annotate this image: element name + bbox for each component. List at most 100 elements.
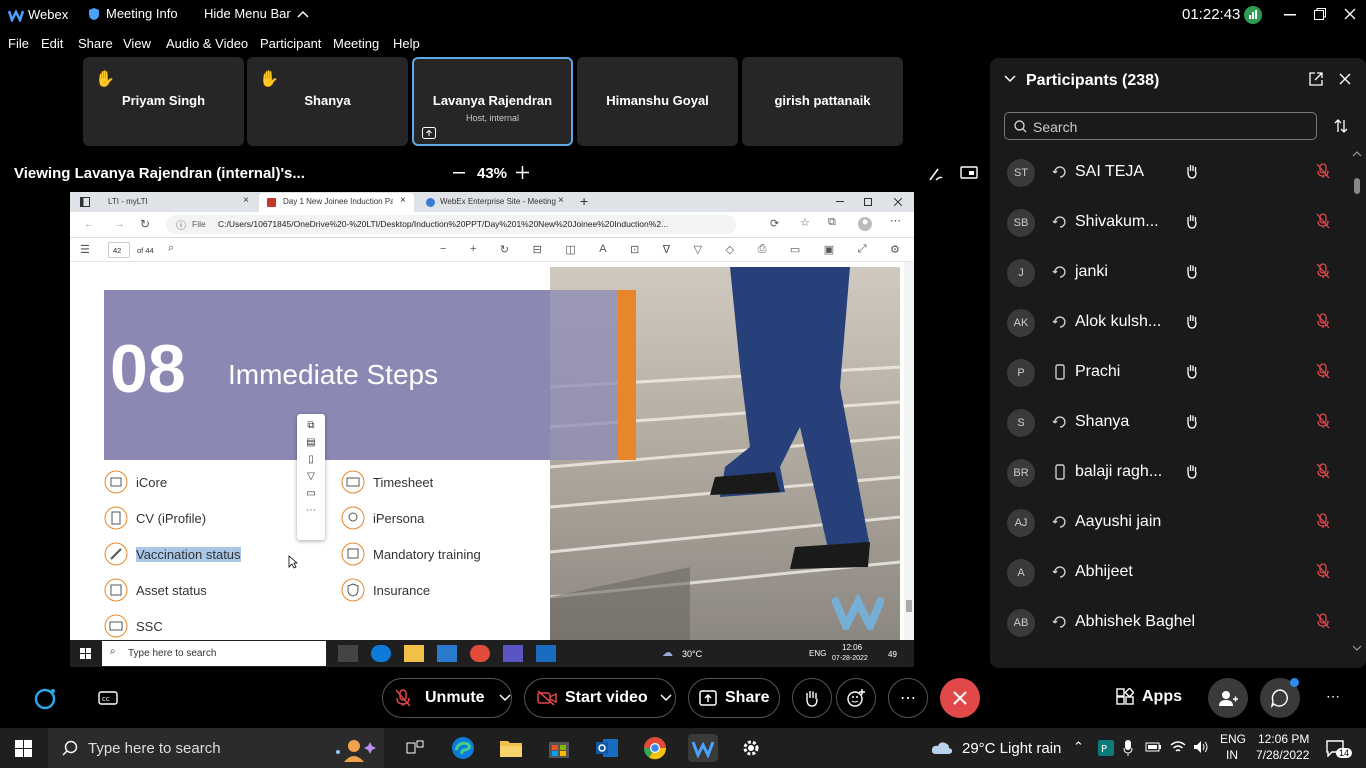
taskbar-date[interactable]: 7/28/2022 [1256, 748, 1309, 762]
comment-icon[interactable]: ▭ [306, 488, 315, 499]
tab-webex-enterprise[interactable]: WebEx Enterprise Site - Meeting × [418, 192, 570, 212]
browser-close-icon[interactable] [894, 198, 902, 206]
tab-close-icon[interactable]: × [243, 195, 249, 206]
participant-row[interactable]: S Shanya [990, 398, 1350, 448]
copy-icon[interactable]: ⧉ [307, 420, 314, 431]
rotate-icon[interactable]: ↻ [500, 243, 509, 257]
minimize-icon[interactable] [1284, 14, 1296, 16]
reactions-button[interactable] [836, 678, 876, 718]
favorites-icon[interactable]: ☆ [800, 216, 810, 229]
erase-icon[interactable]: ◇ [726, 243, 734, 257]
fit-page-icon[interactable]: ⊟ [533, 243, 542, 257]
task-view-icon[interactable] [400, 734, 430, 762]
mail-icon[interactable] [437, 645, 457, 662]
print-icon[interactable]: ⎙ [758, 243, 767, 257]
menu-meeting[interactable]: Meeting [333, 36, 379, 51]
video-tile-lavanya-rajendran[interactable]: Lavanya Rajendran Host, internal [412, 57, 573, 146]
pdf-search-icon[interactable]: ⌕ [168, 242, 174, 255]
save-as-icon[interactable]: ▣ [824, 243, 834, 257]
shared-screen[interactable]: LTI - myLTI × Day 1 New Joinee Induction… [70, 192, 914, 667]
settings-icon[interactable] [736, 734, 766, 762]
fullscreen-icon[interactable]: ⤢ [858, 243, 867, 257]
participant-row[interactable]: ST SAI TEJA [990, 148, 1350, 198]
highlight-text-icon[interactable]: ▽ [307, 471, 315, 482]
draw-icon[interactable]: ∇ [663, 243, 670, 257]
volume-icon[interactable] [1193, 740, 1209, 754]
webex-assistant-icon[interactable] [34, 688, 56, 710]
weather-text[interactable]: 29°C Light rain [962, 740, 1061, 757]
notification-badge[interactable]: 49 [888, 650, 897, 659]
menu-share[interactable]: Share [78, 36, 113, 51]
chevron-down-icon[interactable] [499, 694, 511, 702]
participants-scrollbar[interactable] [1352, 150, 1362, 655]
meeting-info-button[interactable]: Meeting Info [88, 6, 178, 21]
forward-icon[interactable]: → [114, 218, 125, 230]
participant-row[interactable]: AB Abhishek Baghel [990, 598, 1350, 648]
text-icon[interactable]: ⊡ [630, 243, 639, 257]
participant-row[interactable]: BR balaji ragh... [990, 448, 1350, 498]
share-button[interactable]: Share [688, 678, 780, 718]
define-icon[interactable]: ▤ [306, 437, 315, 448]
language-indicator[interactable]: ENG [1220, 732, 1246, 746]
back-icon[interactable]: ← [84, 218, 95, 230]
pdf-scrollbar[interactable] [904, 262, 914, 640]
video-tile-priyam-singh[interactable]: ✋ Priyam Singh [83, 57, 244, 146]
muted-mic-icon[interactable] [1316, 363, 1330, 379]
browser-maximize-icon[interactable] [864, 198, 872, 206]
extensions-icon[interactable]: ⟳ [770, 217, 779, 230]
scroll-thumb[interactable] [1354, 178, 1360, 194]
more-icon[interactable]: ⋯ [890, 214, 901, 227]
network-stats-icon[interactable] [1244, 6, 1262, 24]
microphone-icon[interactable] [1123, 739, 1133, 757]
settings-icon[interactable]: ⚙ [890, 243, 900, 257]
tab-close-icon[interactable]: × [400, 195, 406, 206]
chevron-down-icon[interactable] [660, 694, 672, 702]
participants-button[interactable] [1208, 678, 1248, 718]
taskbar-time[interactable]: 12:06 PM [1258, 732, 1309, 746]
muted-mic-icon[interactable] [1316, 213, 1330, 229]
zoom-in-icon[interactable] [516, 166, 529, 179]
profile-icon[interactable] [858, 217, 872, 231]
chevron-down-icon[interactable] [1004, 75, 1016, 83]
close-panel-icon[interactable] [1339, 73, 1351, 85]
show-hidden-icons[interactable]: ⌃ [1073, 739, 1084, 755]
leave-meeting-button[interactable] [940, 678, 980, 718]
task-view-icon[interactable] [338, 645, 358, 662]
wifi-icon[interactable] [1170, 740, 1186, 754]
remote-search-box[interactable]: ⌕ Type here to search [102, 641, 326, 666]
read-icon[interactable]: ▯ [308, 454, 314, 465]
menu-file[interactable]: File [8, 36, 29, 51]
scroll-down-icon[interactable] [1352, 644, 1362, 652]
participant-row[interactable]: J janki [990, 248, 1350, 298]
url-field[interactable]: ⓘ File C:/Users/10671845/OneDrive%20-%20… [166, 215, 736, 234]
muted-mic-icon[interactable] [1316, 513, 1330, 529]
participant-row[interactable]: A Abhijeet [990, 548, 1350, 598]
close-icon[interactable] [1344, 8, 1356, 20]
zoom-in-pdf-icon[interactable]: + [470, 243, 476, 257]
refresh-icon[interactable]: ↻ [140, 217, 150, 231]
tab-induction-pack[interactable]: Day 1 New Joinee Induction Pack × [259, 193, 414, 212]
video-tile-shanya[interactable]: ✋ Shanya [247, 57, 408, 146]
windows-start-icon[interactable] [15, 740, 32, 757]
tab-actions-icon[interactable] [80, 197, 90, 207]
menu-edit[interactable]: Edit [41, 36, 63, 51]
read-aloud-icon[interactable]: A [599, 243, 606, 257]
collections-icon[interactable]: ⧉ [828, 216, 836, 229]
chrome-icon[interactable] [470, 645, 490, 662]
pop-out-icon[interactable] [1309, 72, 1323, 86]
hide-menu-bar-button[interactable]: Hide Menu Bar [204, 6, 309, 21]
menu-view[interactable]: View [123, 36, 151, 51]
save-icon[interactable]: ▭ [790, 243, 800, 257]
menu-participant[interactable]: Participant [260, 36, 321, 51]
weather-icon[interactable] [930, 740, 954, 756]
taskbar-search-box[interactable]: Type here to search [48, 728, 384, 768]
closed-captions-icon[interactable]: cc [98, 691, 118, 705]
page-view-icon[interactable]: ◫ [565, 243, 575, 257]
muted-mic-icon[interactable] [1316, 163, 1330, 179]
new-tab-icon[interactable]: + [580, 193, 588, 209]
raise-hand-button[interactable] [792, 678, 832, 718]
participant-row[interactable]: SB Shivakum... [990, 198, 1350, 248]
scroll-up-icon[interactable] [1352, 150, 1362, 158]
more-options-icon[interactable]: ⋯ [306, 505, 316, 516]
view-options-icon[interactable] [960, 166, 978, 181]
